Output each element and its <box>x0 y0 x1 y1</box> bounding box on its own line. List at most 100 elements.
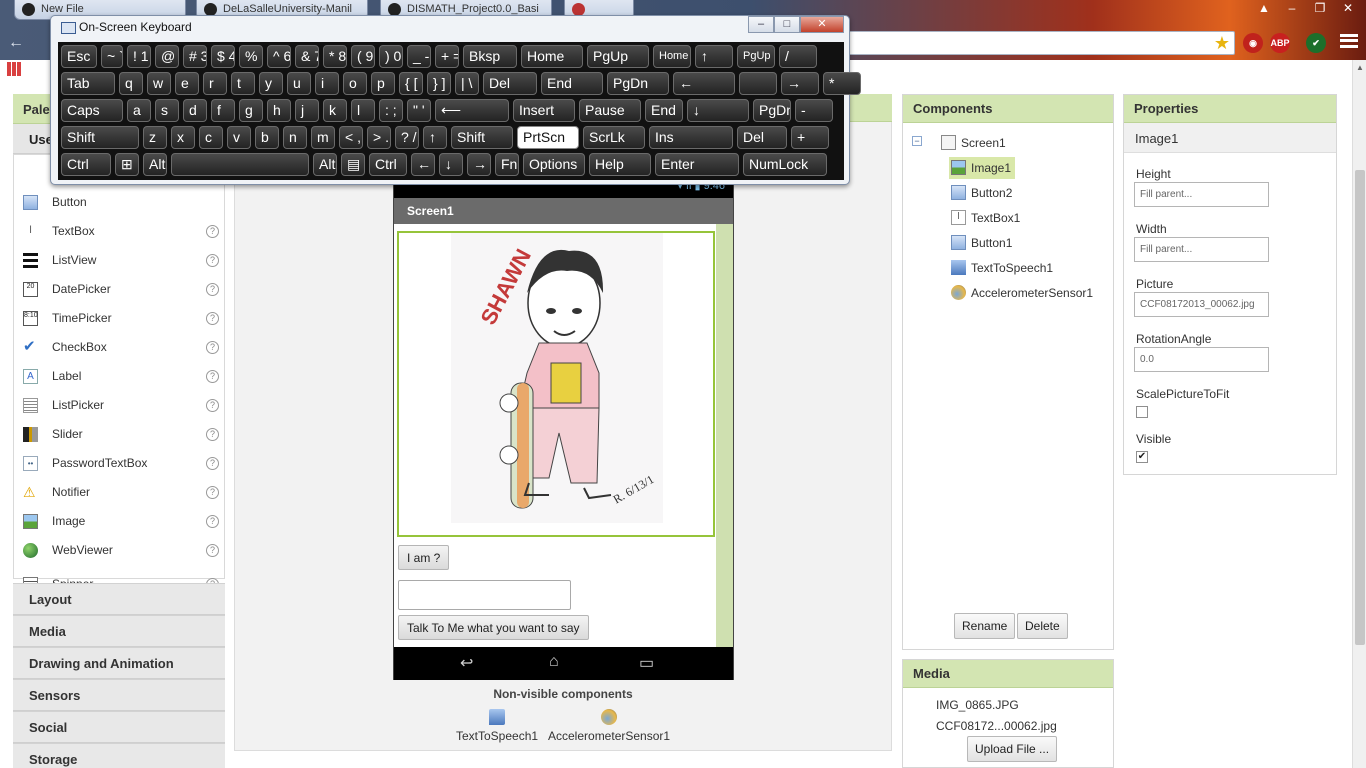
drawer-social[interactable]: Social <box>13 711 225 743</box>
key-n[interactable]: n <box>283 126 307 149</box>
key-symbol[interactable]: : ; <box>379 99 403 122</box>
key-prtscn[interactable]: PrtScn <box>517 126 579 149</box>
palette-item-listpicker[interactable]: ListPicker ? <box>14 391 224 420</box>
key-del[interactable]: Del <box>737 126 787 149</box>
textbox1-component[interactable] <box>398 580 571 610</box>
key-end[interactable]: End <box>645 99 683 122</box>
maximize-icon[interactable]: □ <box>774 16 800 33</box>
key-alt[interactable]: Alt <box>143 153 167 176</box>
key-symbol[interactable]: / <box>779 45 817 68</box>
check-extension-icon[interactable]: ✔ <box>1306 33 1326 53</box>
key-caps[interactable]: Caps <box>61 99 123 122</box>
rename-button[interactable]: Rename <box>954 613 1016 639</box>
height-field[interactable]: Fill parent... <box>1134 182 1269 207</box>
key-e[interactable]: e <box>175 72 199 95</box>
page-scrollbar[interactable]: ▲ <box>1352 60 1366 768</box>
key-c[interactable]: c <box>199 126 223 149</box>
width-field[interactable]: Fill parent... <box>1134 237 1269 262</box>
key-6[interactable]: ^ 6 <box>267 45 291 68</box>
key-f[interactable]: f <box>211 99 235 122</box>
tree-item-screen1[interactable]: Screen1 <box>939 132 1010 154</box>
user-icon[interactable]: ▲ <box>1252 0 1276 16</box>
key-symbol[interactable]: ? / <box>395 126 419 149</box>
key-g[interactable]: g <box>239 99 263 122</box>
key-symbol[interactable]: _ - <box>407 45 431 68</box>
key-o[interactable]: o <box>343 72 367 95</box>
key-pgdn[interactable]: PgDn <box>753 99 791 122</box>
help-icon[interactable]: ? <box>206 515 219 528</box>
key-3[interactable]: # 3 <box>183 45 207 68</box>
adblock-icon[interactable]: ABP <box>1270 33 1290 53</box>
nonvisible-accelerometer[interactable]: AccelerometerSensor1 <box>548 709 670 743</box>
key-tab[interactable]: Tab <box>61 72 115 95</box>
home-nav-icon[interactable]: ⌂ <box>549 653 559 671</box>
palette-item-textbox[interactable]: I TextBox ? <box>14 217 224 246</box>
minimize-icon[interactable]: – <box>1280 0 1304 16</box>
key-numlock[interactable]: NumLock <box>743 153 827 176</box>
key-symbol[interactable]: < , <box>339 126 363 149</box>
screen-title-bar[interactable]: Screen1 <box>394 198 733 224</box>
back-icon[interactable]: ← <box>8 34 24 52</box>
media-file[interactable]: IMG_0865.JPG <box>936 698 1019 712</box>
visible-checkbox[interactable]: ✔ <box>1136 451 1148 463</box>
key-9[interactable]: ( 9 <box>351 45 375 68</box>
tree-item-button1[interactable]: Button1 <box>949 232 1016 254</box>
key-pgup[interactable]: PgUp <box>737 45 775 68</box>
key-q[interactable]: q <box>119 72 143 95</box>
help-icon[interactable]: ? <box>206 457 219 470</box>
key-symbol[interactable]: ↑ <box>695 45 733 68</box>
address-bar[interactable]: ★ <box>840 31 1235 55</box>
drawer-media[interactable]: Media <box>13 615 225 647</box>
help-icon[interactable]: ? <box>206 341 219 354</box>
key-symbol[interactable]: ↑ <box>423 126 447 149</box>
key-insert[interactable]: Insert <box>513 99 575 122</box>
key-esc[interactable]: Esc <box>61 45 97 68</box>
back-nav-icon[interactable]: ↩ <box>460 653 473 673</box>
recents-nav-icon[interactable]: ▭ <box>639 653 654 673</box>
key-symbol[interactable]: ⟵ <box>435 99 509 122</box>
key-symbol[interactable]: * <box>823 72 861 95</box>
key-x[interactable]: x <box>171 126 195 149</box>
key-2[interactable]: @ 2 <box>155 45 179 68</box>
palette-item-passwordtextbox[interactable]: •• PasswordTextBox ? <box>14 449 224 478</box>
image1-component[interactable]: SHAWN R. 6/13/1 <box>397 231 715 537</box>
key-ctrl[interactable]: Ctrl <box>369 153 407 176</box>
palette-item-label[interactable]: A Label ? <box>14 362 224 391</box>
star-icon[interactable]: ★ <box>1214 33 1230 53</box>
key-symbol[interactable]: + <box>791 126 829 149</box>
palette-item-button[interactable]: Button <box>14 188 224 217</box>
key-k[interactable]: k <box>323 99 347 122</box>
rotation-field[interactable]: 0.0 <box>1134 347 1269 372</box>
apps-icon[interactable] <box>7 62 21 76</box>
help-icon[interactable]: ? <box>206 428 219 441</box>
nonvisible-texttospeech[interactable]: TextToSpeech1 <box>456 709 538 743</box>
help-icon[interactable]: ? <box>206 312 219 325</box>
key-space[interactable] <box>171 153 309 176</box>
key-home[interactable]: Home <box>653 45 691 68</box>
tree-item-accelerometersensor1[interactable]: AccelerometerSensor1 <box>949 282 1097 304</box>
key-m[interactable]: m <box>311 126 335 149</box>
key-s[interactable]: s <box>155 99 179 122</box>
key-7[interactable]: & 7 <box>295 45 319 68</box>
key-enter[interactable]: Enter <box>655 153 739 176</box>
tree-item-texttospeech1[interactable]: TextToSpeech1 <box>949 257 1057 279</box>
key-0[interactable]: ) 0 <box>379 45 403 68</box>
picture-field[interactable]: CCF08172013_00062.jpg <box>1134 292 1269 317</box>
key-pgdn[interactable]: PgDn <box>607 72 669 95</box>
key-shift[interactable]: Shift <box>61 126 139 149</box>
key-t[interactable]: t <box>231 72 255 95</box>
key-5[interactable]: % 5 <box>239 45 263 68</box>
minimize-icon[interactable]: – <box>748 16 774 33</box>
key-symbol[interactable]: + = <box>435 45 459 68</box>
help-icon[interactable]: ? <box>206 225 219 238</box>
extension-icon[interactable]: ◉ <box>1243 33 1263 53</box>
key-end[interactable]: End <box>541 72 603 95</box>
tree-item-image1[interactable]: Image1 <box>949 157 1015 179</box>
key-p[interactable]: p <box>371 72 395 95</box>
key-symbol[interactable]: ↓ <box>439 153 463 176</box>
key-bksp[interactable]: Bksp <box>463 45 517 68</box>
key-pause[interactable]: Pause <box>579 99 641 122</box>
key-a[interactable]: a <box>127 99 151 122</box>
key-d[interactable]: d <box>183 99 207 122</box>
key-symbol[interactable]: ▤ <box>341 153 365 176</box>
